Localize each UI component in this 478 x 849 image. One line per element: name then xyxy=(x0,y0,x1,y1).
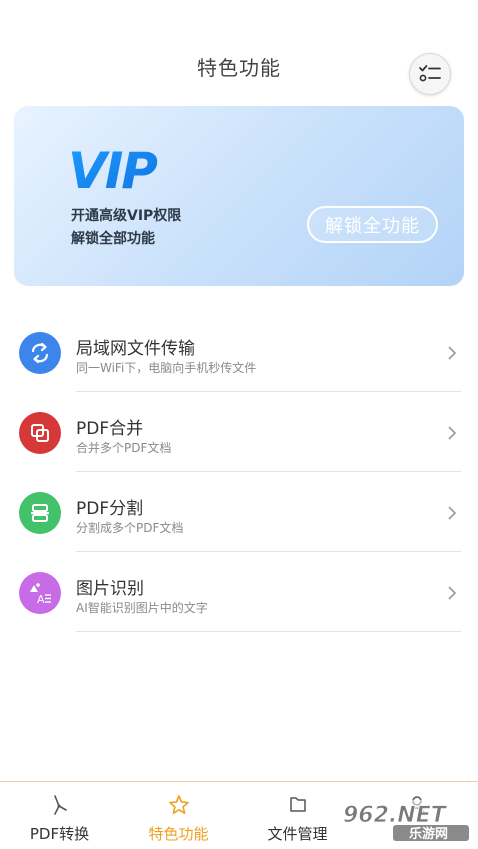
feature-item-lan-transfer[interactable]: 局域网文件传输 同一WiFi下，电脑向手机秒传文件 xyxy=(0,312,478,392)
feature-title: 局域网文件传输 xyxy=(76,339,195,359)
feature-item-pdf-merge[interactable]: PDF合并 合并多个PDF文档 xyxy=(0,392,478,472)
divider xyxy=(76,631,461,632)
feature-list: 局域网文件传输 同一WiFi下，电脑向手机秒传文件 PDF合并 合并多个PDF文… xyxy=(0,312,478,632)
feature-subtitle: 分割成多个PDF文档 xyxy=(76,521,184,535)
vip-logo: VIP xyxy=(68,144,159,192)
chevron-right-icon xyxy=(448,346,457,360)
nav-label: PDF转换 xyxy=(29,825,90,843)
convert-icon xyxy=(53,795,67,815)
star-icon xyxy=(168,795,189,815)
folder-icon xyxy=(289,797,306,812)
chevron-right-icon xyxy=(448,586,457,600)
vip-logo-text: VIP xyxy=(68,144,157,192)
nav-item-features[interactable]: 特色功能 xyxy=(119,782,238,849)
checklist-icon xyxy=(419,65,441,82)
chevron-right-icon xyxy=(448,506,457,520)
vip-promo-line1: 开通高级VIP权限 xyxy=(71,208,182,224)
checklist-button[interactable] xyxy=(409,53,451,95)
transfer-icon xyxy=(19,332,61,374)
feature-item-pdf-split[interactable]: PDF分割 分割成多个PDF文档 xyxy=(0,472,478,552)
svg-text:A: A xyxy=(37,593,45,606)
header: 特色功能 xyxy=(0,0,478,100)
feature-item-image-ocr[interactable]: A 图片识别 AI智能识别图片中的文字 xyxy=(0,552,478,632)
unlock-all-button[interactable]: 解锁全功能 xyxy=(307,206,438,243)
image-ocr-icon: A xyxy=(19,572,61,614)
site-watermark: 962.NET 乐游网 xyxy=(339,800,471,842)
merge-icon xyxy=(19,412,61,454)
vip-banner[interactable]: VIP 开通高级VIP权限 解锁全部功能 解锁全功能 xyxy=(14,106,464,286)
split-icon xyxy=(19,492,61,534)
vip-promo-line2: 解锁全部功能 xyxy=(71,231,155,247)
watermark-bottom-text: 乐游网 xyxy=(409,826,448,842)
nav-label: 特色功能 xyxy=(148,825,209,843)
feature-title: 图片识别 xyxy=(76,579,144,599)
feature-title: PDF合并 xyxy=(76,419,144,439)
chevron-right-icon xyxy=(448,426,457,440)
feature-title: PDF分割 xyxy=(76,499,144,519)
page-title: 特色功能 xyxy=(197,56,281,80)
watermark-top-text: 962.NET xyxy=(343,803,448,828)
feature-subtitle: AI智能识别图片中的文字 xyxy=(76,601,208,615)
nav-item-pdf-convert[interactable]: PDF转换 xyxy=(0,782,119,849)
feature-subtitle: 同一WiFi下，电脑向手机秒传文件 xyxy=(76,361,257,375)
feature-subtitle: 合并多个PDF文档 xyxy=(76,441,172,455)
